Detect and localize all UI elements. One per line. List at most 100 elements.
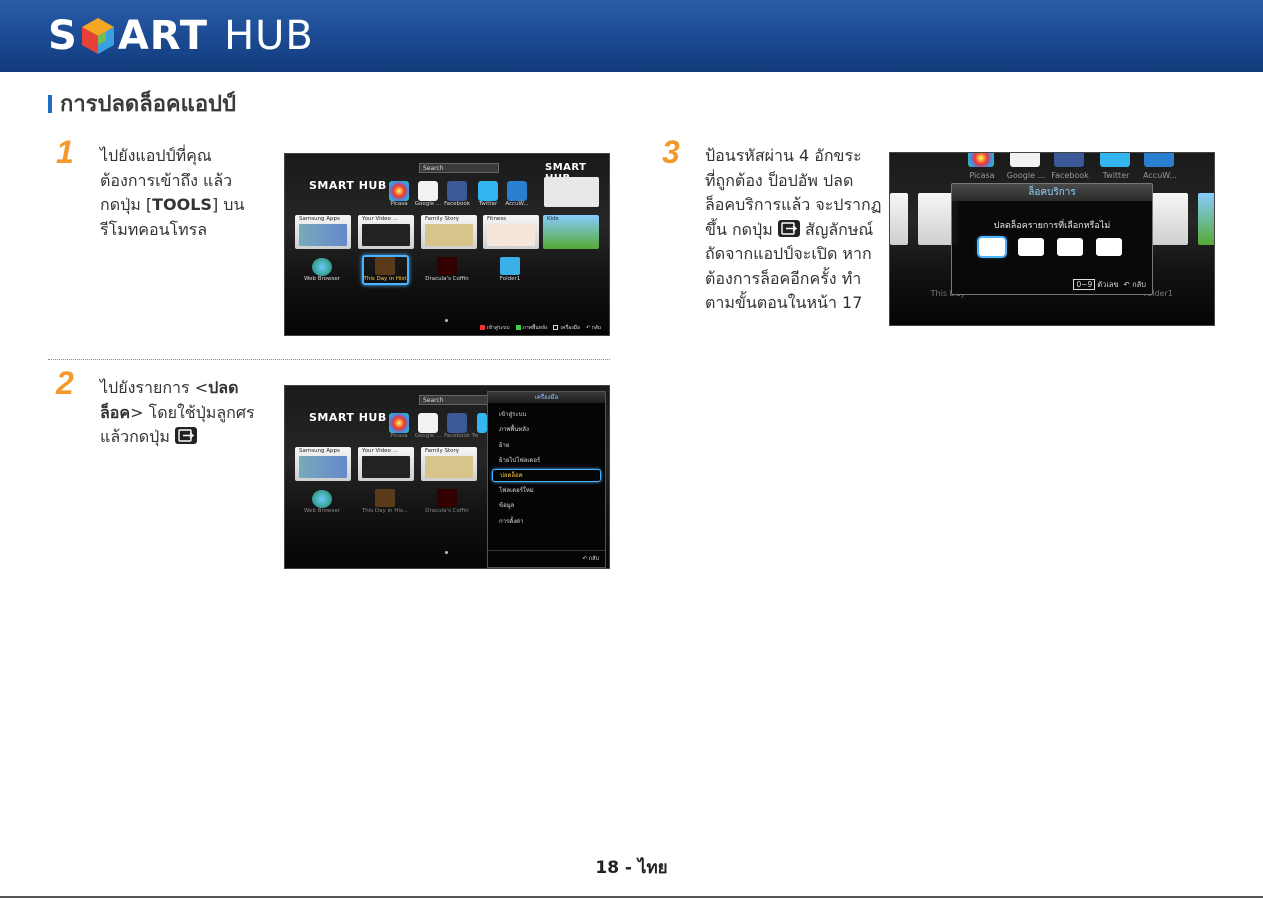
enter-key-icon: [174, 427, 197, 444]
facebook-icon: [447, 413, 467, 433]
tools-menu-item[interactable]: ภาพพื้นหลัง: [496, 422, 597, 437]
pin-digit-1[interactable]: [979, 238, 1005, 256]
tv1-tv-thumb: [544, 177, 599, 207]
header-banner: S ART HUB: [0, 0, 1263, 72]
step-1-line: กดปุ่ม [TOOLS] บน: [100, 195, 245, 214]
lock-dialog-title: ล็อคบริการ: [952, 184, 1152, 201]
step-2-text: ไปยังรายการ <ปลด ล็อค> โดยใช้ปุ่มลูกศร แ…: [100, 376, 275, 450]
weather-icon: [1144, 153, 1174, 167]
bottom-label: Dracula's Coffin: [425, 276, 469, 282]
app-label: Facebook: [444, 201, 470, 207]
dracula-icon: [437, 257, 457, 275]
tile-kids: [1198, 193, 1214, 245]
tools-menu-item[interactable]: โฟลเดอร์ใหม่: [496, 483, 597, 498]
tile-family-story: Family Story: [421, 215, 477, 249]
facebook-icon: [1054, 153, 1084, 167]
hint-back: ↶ กลับ: [585, 325, 601, 331]
pin-digit-4[interactable]: [1096, 238, 1122, 256]
section-title-bar: [48, 94, 52, 113]
tools-menu-list: เข้าสู่ระบบ ภาพพื้นหลัง ย้าย ย้ายไปโฟลเด…: [488, 403, 605, 529]
tools-menu-item[interactable]: ย้าย: [496, 438, 597, 453]
hint-wallpaper: ภาพพื้นหลัง: [515, 324, 547, 332]
twitter-icon: [477, 413, 487, 433]
pin-digit-2[interactable]: [1018, 238, 1044, 256]
app-label: Picasa: [969, 171, 995, 180]
digit-key-hint: 0~9: [1073, 279, 1096, 290]
bottom-label: Web Browser: [303, 276, 341, 282]
tile-kids: Kids: [543, 215, 599, 249]
tv-screenshot-1: SMART HUB Search SMART HUB Picasa Google…: [284, 153, 610, 336]
dracula-icon: [437, 489, 457, 507]
google-icon: [418, 181, 438, 201]
app-label: Tw: [471, 433, 479, 439]
google-icon: [1010, 153, 1040, 167]
tools-menu-back[interactable]: ↶ กลับ: [582, 555, 599, 563]
section-title: การปลดล็อคแอปป์: [48, 86, 236, 121]
hint-login: เข้าสู่ระบบ: [479, 324, 510, 332]
logo-letter-s: S: [48, 13, 78, 59]
step-3-line: ถัดจากแอปป์จะเปิด หาก: [705, 244, 872, 263]
step-3-line: ขึ้น กดปุ่ม สัญลักษณ์: [705, 219, 874, 239]
web-browser-icon: [312, 490, 332, 508]
step-divider: [48, 359, 610, 360]
tools-menu-item[interactable]: ข้อมูล: [496, 498, 597, 513]
bottom-rule: [0, 896, 1263, 898]
step-3-line: ตามขั้นตอนในหน้า 17: [705, 293, 863, 312]
tools-menu-separator: [488, 550, 605, 551]
hint-tools: เครื่องมือ: [553, 324, 580, 332]
tv-screenshot-2: SMART HUB Search Picasa Google ... Faceb…: [284, 385, 610, 569]
digit-hint-label: ตัวเลข: [1097, 280, 1119, 289]
smart-hub-logo: S ART HUB: [48, 10, 314, 62]
tile-fitness: [1152, 193, 1188, 245]
tv1-hint-bar: เข้าสู่ระบบ ภาพพื้นหลัง เครื่องมือ ↶ กลั…: [479, 324, 601, 332]
bottom-label: This Day in Hist: [363, 276, 407, 282]
logo-letters-art: ART: [117, 13, 209, 59]
tools-menu-item[interactable]: ย้ายไปโฟลเดอร์: [496, 453, 597, 468]
bottom-label: Dracula's Coffin: [425, 508, 469, 514]
tv1-search-bar: Search: [419, 163, 499, 173]
tv2-logo: SMART HUB: [309, 411, 387, 424]
history-icon: [375, 489, 395, 507]
tools-menu-item-unlock[interactable]: ปลดล็อค: [492, 469, 601, 483]
web-browser-icon: [312, 258, 332, 276]
step-1-text: ไปยังแอปป์ที่คุณ ต้องการเข้าถึง แล้ว กดป…: [100, 144, 275, 242]
twitter-icon: [1100, 153, 1130, 167]
tools-menu: เครื่องมือ เข้าสู่ระบบ ภาพพื้นหลัง ย้าย …: [487, 391, 606, 568]
google-icon: [418, 413, 438, 433]
tv-screenshot-3: Picasa Google ... Facebook Twitter AccuW…: [889, 152, 1215, 326]
weather-icon: [507, 181, 527, 201]
step-3-line: ต้องการล็อคอีกครั้ง ทำ: [705, 268, 862, 288]
step-1-number: 1: [56, 134, 74, 170]
step-2-line: แล้วกดปุ่ม: [100, 425, 275, 450]
tv1-logo: SMART HUB: [309, 179, 387, 192]
tile-fitness: Fitness: [483, 215, 539, 249]
bottom-label: Folder1: [499, 276, 521, 282]
back-hint[interactable]: ↶ กลับ: [1121, 280, 1146, 289]
app-label: Twitter: [1102, 171, 1130, 180]
tile-family-story: Family Story: [421, 447, 477, 481]
folder-icon: [500, 257, 520, 275]
step-2-number: 2: [56, 365, 74, 401]
step-3-line: ที่ถูกต้อง ป็อปอัพ ปลด: [705, 170, 854, 190]
bottom-label: Web Browser: [303, 508, 341, 514]
enter-key-icon: [777, 219, 800, 237]
tile-your-video: Your Video ...: [358, 447, 414, 481]
step-1-line: ต้องการเข้าถึง แล้ว: [100, 170, 233, 190]
picasa-icon: [389, 413, 409, 433]
lock-service-dialog: ล็อคบริการ ปลดล็อครายการที่เลือกหรือไม่ …: [951, 183, 1153, 295]
step-2-line: ไปยังรายการ <ปลด: [100, 378, 239, 397]
tile-samsung-apps: Samsung Apps: [295, 215, 351, 249]
tools-menu-item[interactable]: เข้าสู่ระบบ: [496, 407, 597, 422]
picasa-icon: [389, 181, 409, 201]
step-1-line: ไปยังแอปป์ที่คุณ: [100, 146, 212, 165]
pin-digit-3[interactable]: [1057, 238, 1083, 256]
page-dot: [445, 551, 448, 554]
section-title-text: การปลดล็อคแอปป์: [60, 92, 236, 117]
app-label: Facebook: [1051, 171, 1089, 180]
step-3-line: ล็อคบริการแล้ว จะปรากฏ: [705, 195, 882, 214]
step-3-number: 3: [662, 134, 680, 170]
app-label: AccuW...: [1143, 171, 1177, 180]
tools-menu-item[interactable]: การตั้งค่า: [496, 514, 597, 529]
page-dot: [445, 319, 448, 322]
lock-dialog-message: ปลดล็อครายการที่เลือกหรือไม่: [993, 221, 1111, 231]
